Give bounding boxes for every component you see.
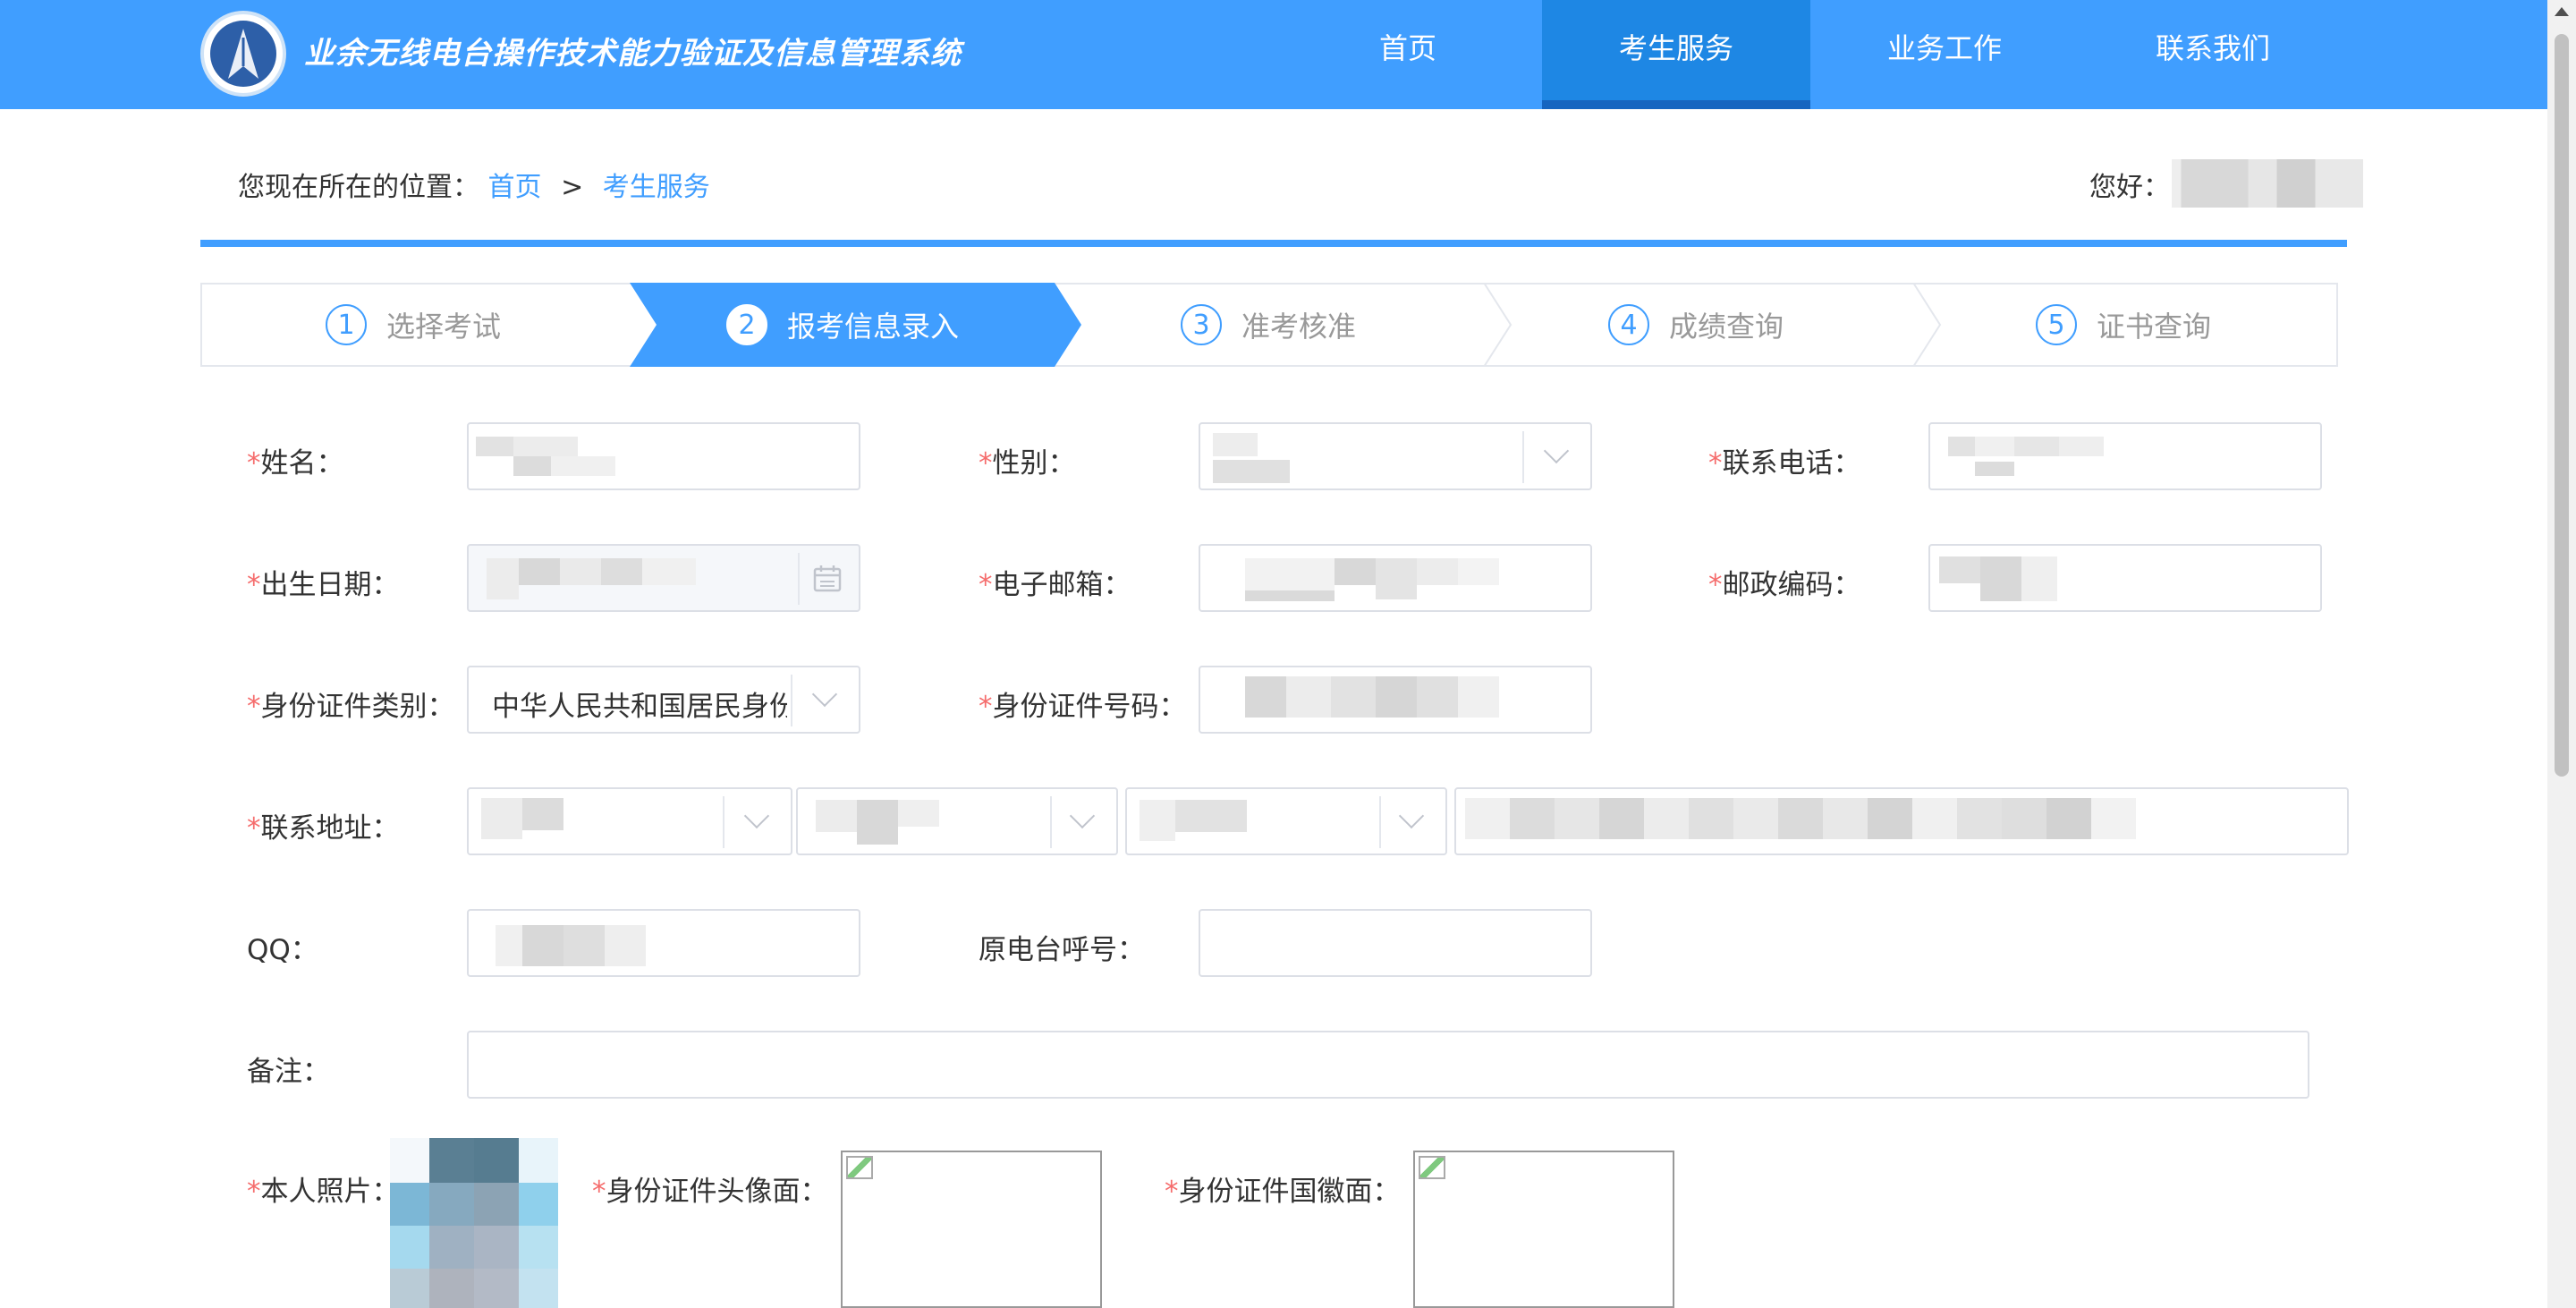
step-select-exam[interactable]: 1 选择考试 — [326, 283, 501, 367]
step-registration-info[interactable]: 2 报考信息录入 — [726, 283, 959, 367]
province-select[interactable] — [467, 787, 792, 855]
birth-date-input[interactable] — [467, 544, 860, 612]
name-label: *姓名： — [247, 447, 344, 480]
chevron-down-icon[interactable] — [1398, 803, 1425, 829]
scroll-up-arrow-icon[interactable] — [2555, 7, 2569, 16]
remark-input[interactable] — [467, 1031, 2309, 1099]
chevron-down-icon[interactable] — [1069, 803, 1096, 829]
zip-input[interactable] — [1928, 544, 2322, 612]
city-select[interactable] — [796, 787, 1118, 855]
site-title: 业余无线电台操作技术能力验证及信息管理系统 — [304, 36, 962, 72]
district-select[interactable] — [1125, 787, 1447, 855]
nav-candidate-service[interactable]: 考生服务 — [1542, 0, 1810, 109]
nav-business[interactable]: 业务工作 — [1810, 0, 2079, 109]
step-number: 4 — [1608, 304, 1649, 345]
broken-image-icon — [1419, 1156, 1445, 1179]
id-number-input[interactable] — [1199, 666, 1592, 734]
user-greeting: 您好： — [2089, 172, 2170, 203]
step-number: 1 — [326, 304, 367, 345]
photo-label: *本人照片： — [247, 1176, 400, 1208]
id-back-upload[interactable] — [1413, 1151, 1674, 1308]
calendar-icon[interactable] — [812, 564, 843, 594]
step-number: 3 — [1181, 304, 1222, 345]
nav-home[interactable]: 首页 — [1274, 0, 1542, 109]
nav-contact[interactable]: 联系我们 — [2079, 0, 2347, 109]
breadcrumb-separator: > — [561, 172, 584, 203]
step-number: 2 — [726, 304, 767, 345]
callsign-label: 原电台呼号： — [979, 934, 1145, 966]
step-number: 5 — [2036, 304, 2077, 345]
name-input[interactable] — [467, 422, 860, 490]
id-type-value: 中华人民共和国居民身份 — [492, 691, 787, 723]
step-admission-approval[interactable]: 3 准考核准 — [1181, 283, 1356, 367]
step-label: 成绩查询 — [1669, 310, 1784, 344]
qq-input[interactable] — [467, 909, 860, 977]
logo-icon[interactable] — [200, 11, 286, 97]
breadcrumb-current[interactable]: 考生服务 — [603, 172, 710, 203]
gender-label: *性别： — [979, 447, 1076, 480]
zip-label: *邮政编码： — [1708, 569, 1861, 601]
scrollbar-thumb[interactable] — [2555, 34, 2569, 777]
id-front-upload[interactable] — [841, 1151, 1102, 1308]
remark-label: 备注： — [247, 1056, 330, 1088]
phone-input[interactable] — [1928, 422, 2322, 490]
id-type-label: *身份证件类别： — [247, 691, 455, 723]
chevron-down-icon[interactable] — [743, 803, 770, 829]
qq-label: QQ： — [247, 934, 318, 966]
breadcrumb: 您现在所在的位置： 首页 > 考生服务 — [238, 165, 710, 204]
phone-label: *联系电话： — [1708, 447, 1861, 480]
step-label: 选择考试 — [386, 310, 502, 344]
email-input[interactable] — [1199, 544, 1592, 612]
step-label: 报考信息录入 — [787, 310, 960, 344]
breadcrumb-home-link[interactable]: 首页 — [488, 172, 542, 203]
id-type-select[interactable]: 中华人民共和国居民身份 — [467, 666, 860, 734]
address-detail-input[interactable] — [1454, 787, 2349, 855]
id-number-label: *身份证件号码： — [979, 691, 1187, 723]
breadcrumb-divider — [200, 240, 2347, 247]
id-front-label: *身份证件头像面： — [592, 1176, 828, 1208]
breadcrumb-prefix: 您现在所在的位置： — [238, 172, 479, 203]
step-label: 证书查询 — [2097, 310, 2212, 344]
step-label: 准考核准 — [1241, 310, 1357, 344]
broken-image-icon — [846, 1156, 873, 1179]
email-label: *电子邮箱： — [979, 569, 1131, 601]
chevron-down-icon[interactable] — [811, 681, 838, 708]
callsign-input[interactable] — [1199, 909, 1592, 977]
step-score-query[interactable]: 4 成绩查询 — [1608, 283, 1784, 367]
personal-photo[interactable] — [390, 1138, 558, 1308]
birth-label: *出生日期： — [247, 569, 400, 601]
step-certificate-query[interactable]: 5 证书查询 — [2036, 283, 2211, 367]
username-redacted — [2172, 159, 2363, 208]
address-label: *联系地址： — [247, 812, 400, 845]
chevron-down-icon[interactable] — [1543, 437, 1570, 464]
id-back-label: *身份证件国徽面： — [1165, 1176, 1401, 1208]
gender-select[interactable] — [1199, 422, 1592, 490]
